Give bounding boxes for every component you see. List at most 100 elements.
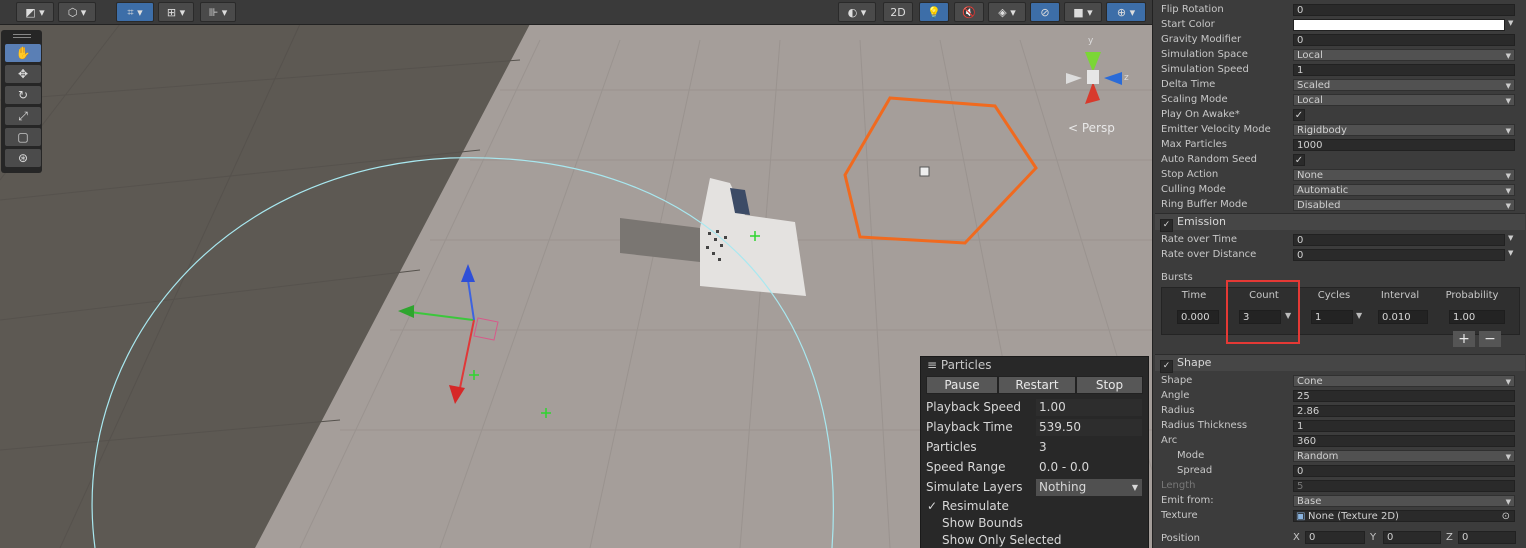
texture-field[interactable]: ▣ None (Texture 2D) ⊙ <box>1293 510 1515 522</box>
ruler-icon: ⊪ ▾ <box>208 6 228 19</box>
arc-spread-label: Spread <box>1177 465 1213 476</box>
gravity-modifier-field[interactable]: 0 <box>1293 34 1515 46</box>
texture-value: None (Texture 2D) <box>1308 511 1399 522</box>
count-highlight-box <box>1226 280 1300 344</box>
move-tool-button[interactable]: ✥ <box>5 65 41 83</box>
draw-mode-dropdown[interactable]: ◩ ▾ <box>16 2 54 22</box>
camera-dropdown[interactable]: ■ ▾ <box>1064 2 1102 22</box>
dropdown-arrow-icon[interactable]: ▼ <box>1508 19 1513 27</box>
culling-mode-label: Culling Mode <box>1161 184 1226 195</box>
ring-buffer-mode-label: Ring Buffer Mode <box>1161 199 1248 210</box>
ruler-dropdown[interactable]: ⊪ ▾ <box>200 2 236 22</box>
simulate-layers-dropdown[interactable]: Nothing ▼ <box>1036 479 1142 496</box>
position-x-field[interactable]: 0 <box>1305 531 1365 544</box>
angle-field[interactable]: 25 <box>1293 390 1515 402</box>
gizmos-dropdown[interactable]: ⊕ ▾ <box>1106 2 1146 22</box>
shape-type-label: Shape <box>1161 375 1193 386</box>
rate-over-time-label: Rate over Time <box>1161 234 1238 245</box>
add-burst-button[interactable]: + <box>1453 331 1475 347</box>
simulation-space-dropdown[interactable]: Local <box>1293 49 1515 62</box>
angle-label: Angle <box>1161 390 1190 401</box>
toggle-2d-button[interactable]: 2D <box>883 2 913 22</box>
culling-mode-dropdown[interactable]: Automatic <box>1293 184 1515 197</box>
hidden-objects-toggle[interactable]: ⊘ <box>1030 2 1060 22</box>
emit-from-label: Emit from: <box>1161 495 1214 506</box>
playback-speed-field[interactable]: 1.00 <box>1036 399 1142 416</box>
resimulate-toggle[interactable]: ✓ Resimulate <box>926 497 1009 515</box>
scale-tool-button[interactable]: ⤢ <box>5 107 41 125</box>
delta-time-dropdown[interactable]: Scaled <box>1293 79 1515 92</box>
sphere-icon: ◐ ▾ <box>847 6 867 19</box>
burst-cycles-field[interactable]: 1 <box>1311 310 1353 324</box>
rect-tool-button[interactable]: ▢ <box>5 128 41 146</box>
remove-burst-button[interactable]: − <box>1479 331 1501 347</box>
rate-over-time-field[interactable]: 0 <box>1293 234 1505 246</box>
pause-button[interactable]: Pause <box>926 376 998 394</box>
effects-dropdown[interactable]: ◈ ▾ <box>988 2 1026 22</box>
arc-spread-field[interactable]: 0 <box>1293 465 1515 477</box>
scaling-mode-dropdown[interactable]: Local <box>1293 94 1515 107</box>
burst-time-field[interactable]: 0.000 <box>1177 310 1219 324</box>
arc-field[interactable]: 360 <box>1293 435 1515 447</box>
audio-toggle[interactable]: 🔇 <box>954 2 984 22</box>
increment-snap-dropdown[interactable]: ⊞ ▾ <box>158 2 194 22</box>
show-bounds-toggle[interactable]: Show Bounds <box>926 514 1023 532</box>
shape-section-header[interactable]: ✓ Shape <box>1155 354 1525 373</box>
burst-probability-field[interactable]: 1.00 <box>1449 310 1505 324</box>
stop-action-label: Stop Action <box>1161 169 1219 180</box>
radius-field[interactable]: 2.86 <box>1293 405 1515 417</box>
playback-speed-label: Playback Speed <box>926 400 1021 414</box>
position-z-field[interactable]: 0 <box>1458 531 1516 544</box>
palette-grip[interactable] <box>13 34 31 38</box>
start-color-swatch[interactable] <box>1293 19 1505 31</box>
shading-mode-dropdown[interactable]: ◐ ▾ <box>838 2 876 22</box>
flip-rotation-field[interactable]: 0 <box>1293 4 1515 16</box>
emission-enabled-checkbox[interactable]: ✓ <box>1160 219 1173 232</box>
dropdown-arrow-icon[interactable]: ▼ <box>1508 234 1513 242</box>
dropdown-arrow-icon[interactable]: ▼ <box>1508 249 1513 257</box>
transform-tool-button[interactable]: ⊛ <box>5 149 41 167</box>
rotate-tool-button[interactable]: ↻ <box>5 86 41 104</box>
max-particles-field[interactable]: 1000 <box>1293 139 1515 151</box>
emit-from-dropdown[interactable]: Base <box>1293 495 1515 508</box>
hand-tool-button[interactable]: ✋ <box>5 44 41 62</box>
render-mode-dropdown[interactable]: ⬡ ▾ <box>58 2 96 22</box>
dropdown-arrow-icon: ▼ <box>1131 483 1138 492</box>
simulation-speed-field[interactable]: 1 <box>1293 64 1515 76</box>
restart-button[interactable]: Restart <box>998 376 1076 394</box>
arc-mode-dropdown[interactable]: Random <box>1293 450 1515 463</box>
shape-enabled-checkbox[interactable]: ✓ <box>1160 360 1173 373</box>
emitter-icon[interactable] <box>919 166 930 177</box>
burst-interval-field[interactable]: 0.010 <box>1378 310 1428 324</box>
play-on-awake-checkbox[interactable]: ✓ <box>1293 109 1305 121</box>
radius-thickness-field[interactable]: 1 <box>1293 420 1515 432</box>
stop-button[interactable]: Stop <box>1076 376 1143 394</box>
position-x-label: X <box>1293 532 1300 543</box>
gizmo-y-label: y <box>1088 36 1094 46</box>
grid-snap-dropdown[interactable]: ⌗ ▾ <box>116 2 154 22</box>
show-only-selected-toggle[interactable]: Show Only Selected <box>926 531 1062 548</box>
simulation-space-label: Simulation Space <box>1161 49 1248 60</box>
show-only-selected-label: Show Only Selected <box>942 533 1062 547</box>
burst-cycles-dropdown-icon[interactable]: ▼ <box>1356 311 1362 320</box>
position-y-field[interactable]: 0 <box>1383 531 1441 544</box>
persp-label[interactable]: < Persp <box>1068 121 1115 135</box>
emission-section-header[interactable]: ✓ Emission <box>1155 213 1525 232</box>
gravity-modifier-label: Gravity Modifier <box>1161 34 1242 45</box>
lighting-toggle[interactable]: 💡 <box>919 2 949 22</box>
stop-action-dropdown[interactable]: None <box>1293 169 1515 182</box>
simulate-layers-value: Nothing <box>1039 480 1087 494</box>
playback-time-field[interactable]: 539.50 <box>1036 419 1142 436</box>
scene-view[interactable]: y z < Persp ◩ ▾ ⬡ ▾ ⌗ ▾ ⊞ ▾ ⊪ ▾ ◐ ▾ 2D 💡… <box>0 0 1152 548</box>
ring-buffer-mode-dropdown[interactable]: Disabled <box>1293 199 1515 212</box>
position-y-label: Y <box>1370 532 1377 543</box>
bursts-header-interval: Interval <box>1380 290 1420 301</box>
rate-over-distance-field[interactable]: 0 <box>1293 249 1505 261</box>
emitter-velocity-mode-dropdown[interactable]: Rigidbody <box>1293 124 1515 137</box>
shape-type-dropdown[interactable]: Cone <box>1293 375 1515 388</box>
object-picker-icon[interactable]: ⊙ <box>1502 511 1510 523</box>
particles-count-value: 3 <box>1039 440 1047 454</box>
camera-icon: ■ ▾ <box>1073 6 1093 19</box>
particles-title[interactable]: ≡ Particles <box>921 357 1148 373</box>
auto-random-seed-checkbox[interactable]: ✓ <box>1293 154 1305 166</box>
